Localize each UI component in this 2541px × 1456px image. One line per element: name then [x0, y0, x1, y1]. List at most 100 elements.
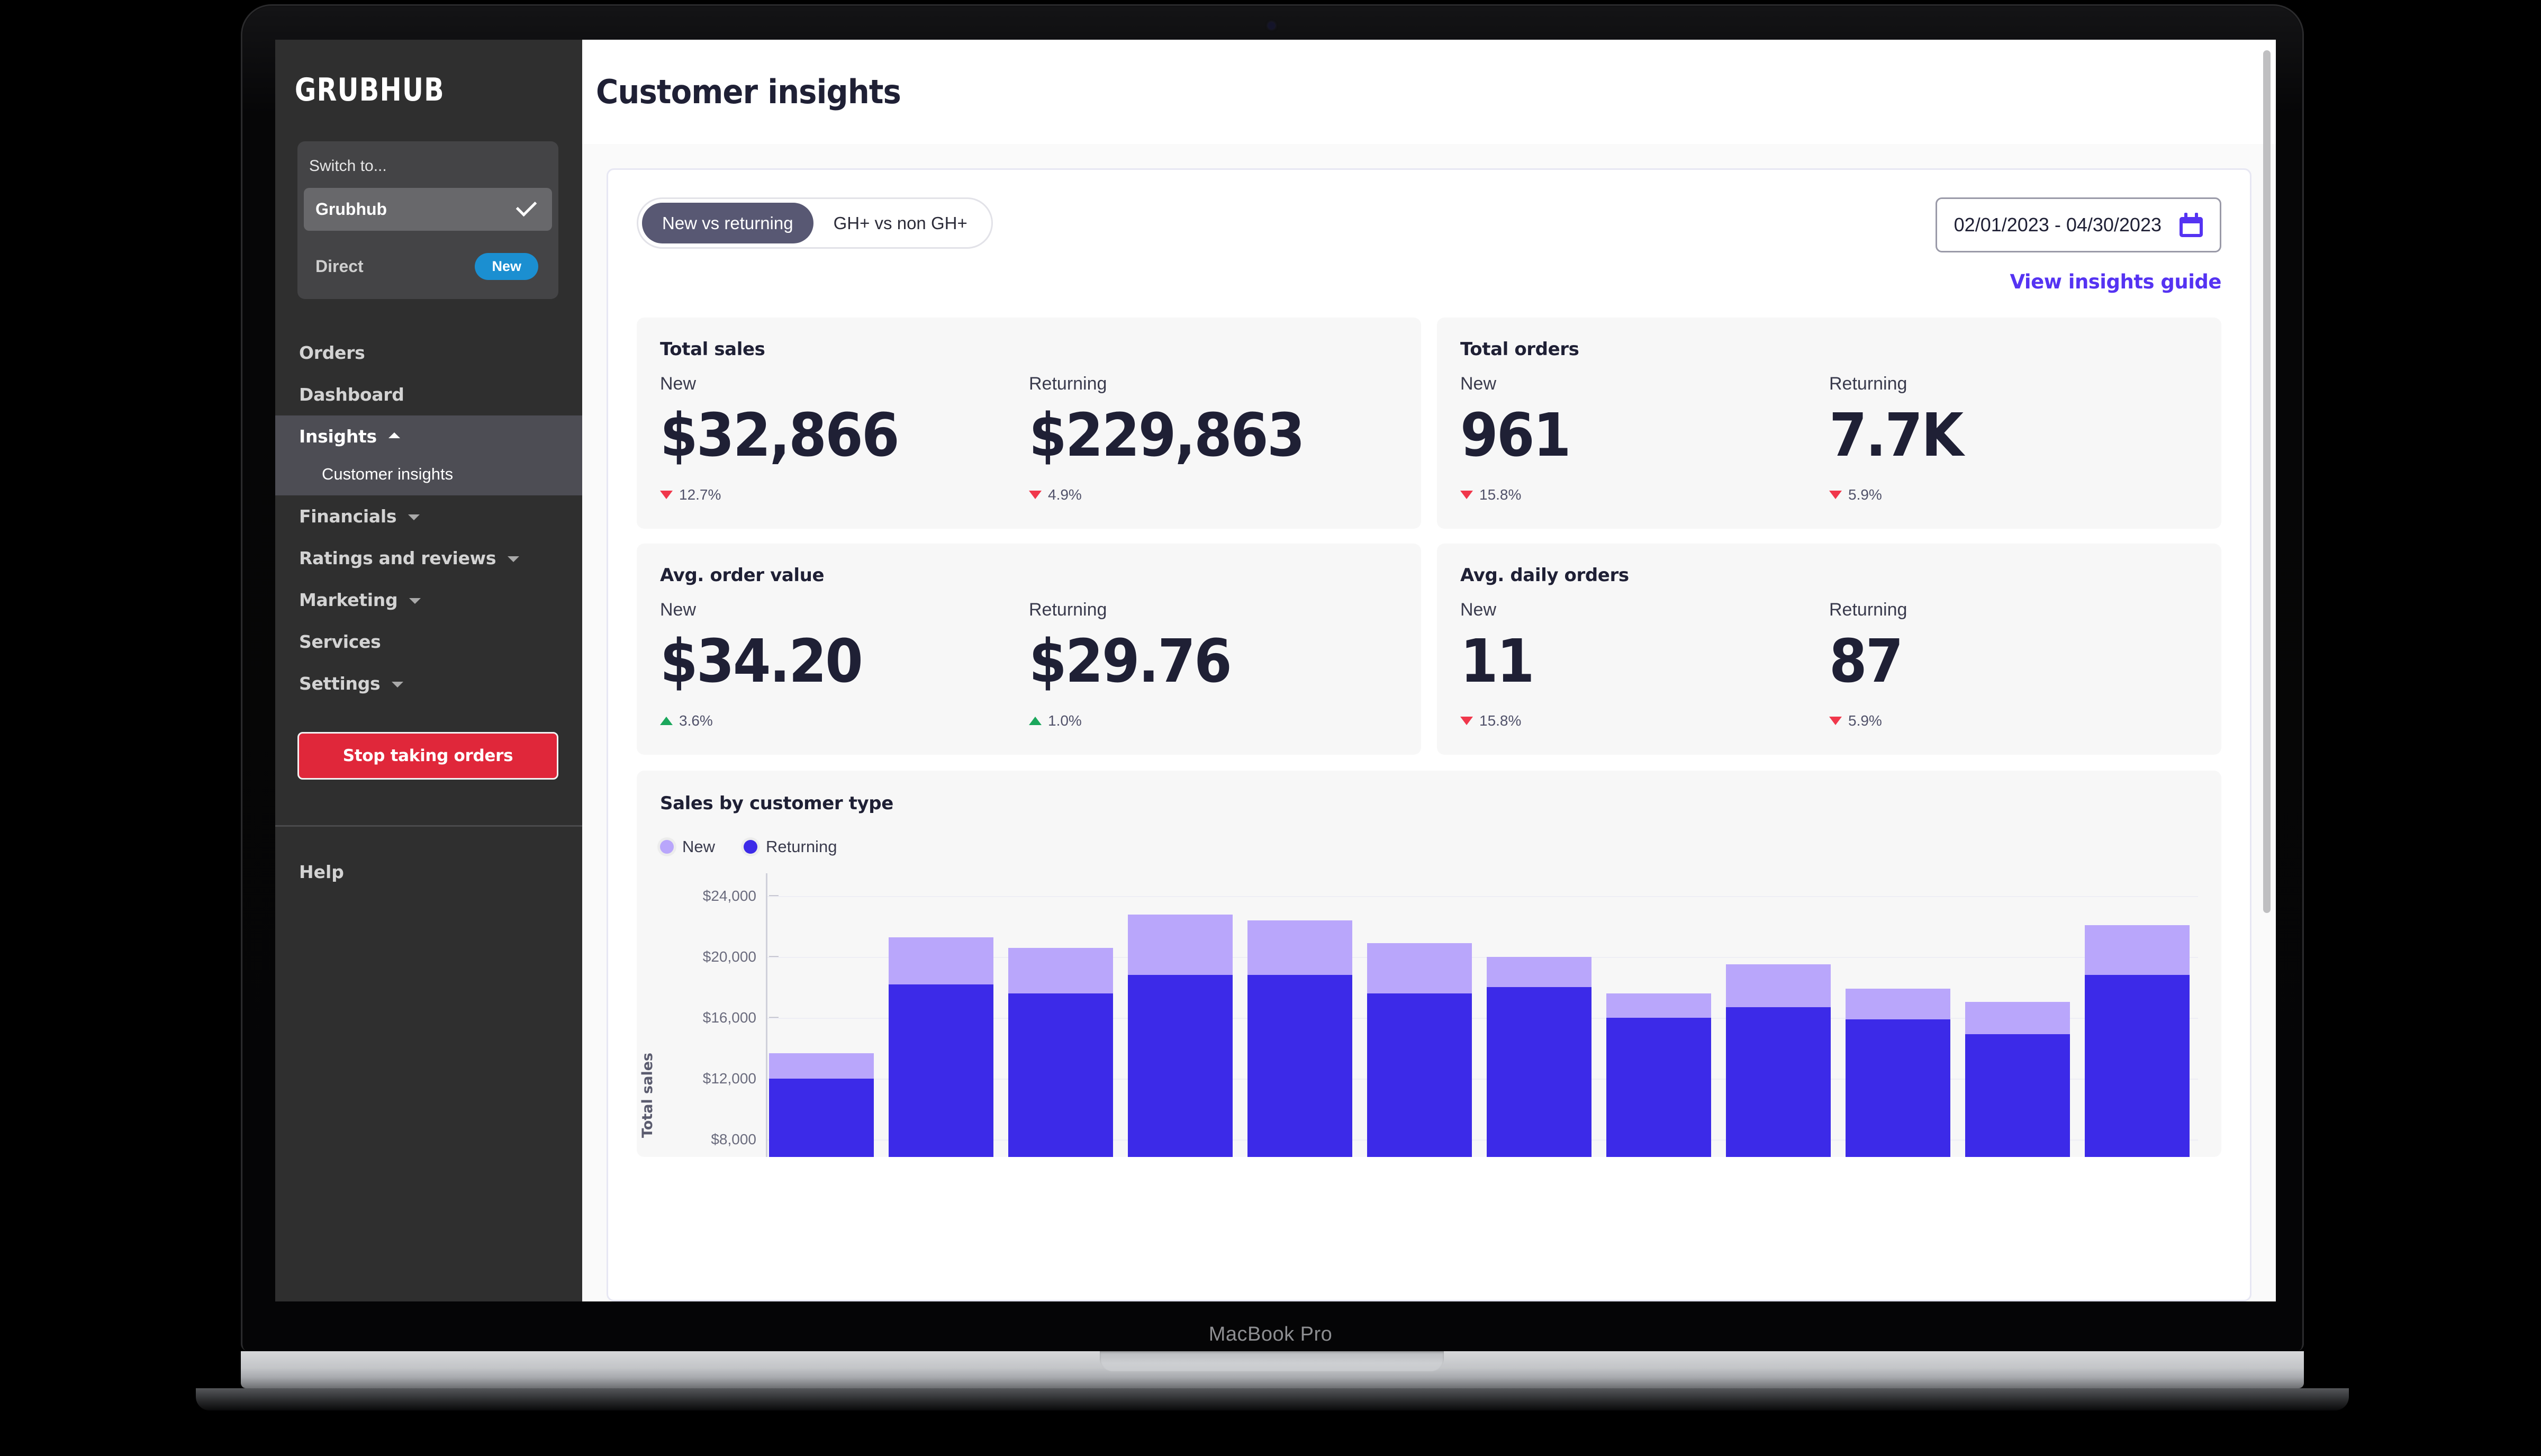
kpi-column-returning: Returning $229,863 4.9%: [1029, 374, 1398, 503]
kpi-title: Total sales: [660, 339, 765, 360]
account-switcher: Switch to... Grubhub Direct New: [297, 141, 558, 299]
chart-bar-segment-returning: [1247, 975, 1352, 1157]
kpi-value: $34.20: [660, 627, 863, 696]
chart-bar-segment-new: [1128, 914, 1233, 975]
chart-title: Sales by customer type: [660, 793, 893, 814]
kpi-delta: 15.8%: [1460, 486, 1829, 503]
chart-bar[interactable]: [1487, 956, 1591, 1157]
chart-bar[interactable]: [1846, 989, 1950, 1157]
primary-nav: Orders Dashboard Insights Customer insig…: [275, 332, 582, 704]
sidebar-item-label: Insights: [299, 426, 377, 447]
sidebar-item-label: Services: [299, 631, 381, 652]
chart-y-axis-ticks: $24,000 $20,000 $16,000 $12,000 $8,000: [683, 873, 779, 1157]
kpi-column-label: New: [1460, 600, 1497, 620]
tab-ghplus-vs-non-ghplus[interactable]: GH+ vs non GH+: [813, 203, 988, 243]
chevron-down-icon: [408, 514, 420, 520]
sidebar-item-services[interactable]: Services: [275, 621, 582, 663]
chart-bar[interactable]: [1726, 964, 1831, 1157]
chart-bar[interactable]: [769, 1053, 874, 1157]
kpi-column-returning: Returning 87 5.9%: [1829, 600, 2198, 729]
chart-bar[interactable]: [2085, 925, 2190, 1157]
vertical-scrollbar[interactable]: [2263, 50, 2271, 913]
kpi-card-total-orders: Total orders New 961 15.8% Returning 7.7…: [1437, 318, 2221, 529]
sidebar-item-financials[interactable]: Financials: [275, 495, 582, 537]
chart-legend: New Returning: [660, 837, 2198, 856]
sidebar-item-ratings-and-reviews[interactable]: Ratings and reviews: [275, 537, 582, 579]
kpi-column-label: New: [1460, 374, 1497, 394]
chart-bar-segment-returning: [1726, 1007, 1831, 1157]
trend-down-icon: [660, 491, 673, 499]
chart-bar[interactable]: [1247, 920, 1352, 1157]
chevron-up-icon: [388, 432, 400, 438]
legend-item-returning[interactable]: Returning: [744, 837, 837, 856]
kpi-delta: 5.9%: [1829, 712, 2198, 729]
kpi-delta: 12.7%: [660, 486, 1029, 503]
sidebar-item-label: Marketing: [299, 590, 398, 610]
chart-bar-segment-new: [1008, 947, 1113, 993]
trend-up-icon: [1029, 717, 1042, 725]
grubhub-logo: GRUBHUB: [294, 71, 445, 108]
sidebar-item-settings[interactable]: Settings: [275, 663, 582, 704]
kpi-delta-value: 15.8%: [1479, 712, 1522, 729]
sidebar-item-marketing[interactable]: Marketing: [275, 579, 582, 621]
kpi-value: $229,863: [1029, 401, 1305, 470]
legend-label: New: [682, 837, 716, 856]
page-title: Customer insights: [596, 73, 901, 111]
chart-bar-segment-returning: [1965, 1034, 2070, 1157]
kpi-column-label: New: [660, 600, 697, 620]
chart-bar[interactable]: [1965, 1001, 2070, 1157]
kpi-title: Avg. order value: [660, 565, 825, 586]
laptop-screen: GRUBHUB Switch to... Grubhub Direct New …: [275, 40, 2276, 1301]
kpi-card-avg-order-value: Avg. order value New $34.20 3.6% Returni…: [637, 544, 1421, 755]
switcher-option-label: Direct: [315, 257, 364, 276]
panel-toolbar: New vs returning GH+ vs non GH+ 02/01/20…: [637, 197, 2221, 252]
sidebar-item-customer-insights[interactable]: Customer insights: [275, 457, 582, 495]
chart-y-tick-label: $20,000: [702, 948, 756, 965]
kpi-column-label: Returning: [1829, 600, 1907, 620]
chart-y-axis-label: Total sales: [639, 1052, 656, 1138]
kpi-value: 87: [1829, 627, 1904, 696]
switcher-option-direct[interactable]: Direct New: [304, 243, 552, 285]
legend-item-new[interactable]: New: [660, 837, 715, 856]
chart-bar-segment-returning: [769, 1078, 874, 1157]
kpi-delta-value: 15.8%: [1479, 486, 1522, 503]
tab-new-vs-returning[interactable]: New vs returning: [642, 203, 813, 243]
chart-bar-segment-new: [1726, 964, 1831, 1007]
screenshot-stage: GRUBHUB Switch to... Grubhub Direct New …: [0, 0, 2541, 1456]
chart-bar[interactable]: [1606, 993, 1711, 1157]
chart-y-axis-line: [766, 873, 767, 1157]
webcam-icon: [1268, 22, 1275, 29]
kpi-value: 961: [1460, 401, 1571, 470]
sidebar-item-dashboard[interactable]: Dashboard: [275, 374, 582, 415]
kpi-column-new: New 961 15.8%: [1460, 374, 1829, 503]
chart-y-tick-label: $16,000: [702, 1009, 756, 1026]
date-range-picker[interactable]: 02/01/2023 - 04/30/2023: [1935, 197, 2221, 252]
chart-bar-segment-returning: [1606, 1017, 1711, 1157]
chart-bar[interactable]: [1008, 947, 1113, 1157]
sidebar-item-insights[interactable]: Insights: [275, 415, 582, 457]
view-insights-guide-link[interactable]: View insights guide: [637, 270, 2221, 293]
kpi-card-avg-daily-orders: Avg. daily orders New 11 15.8% Returning…: [1437, 544, 2221, 755]
stop-taking-orders-button[interactable]: Stop taking orders: [297, 732, 558, 780]
sidebar-item-orders[interactable]: Orders: [275, 332, 582, 374]
sales-by-customer-type-chart: Sales by customer type New Returning Tot…: [637, 771, 2221, 1157]
chart-bar[interactable]: [1128, 914, 1233, 1157]
sidebar-item-help[interactable]: Help: [275, 827, 582, 917]
chart-bar-segment-returning: [1008, 993, 1113, 1157]
switcher-option-grubhub[interactable]: Grubhub: [304, 188, 552, 231]
kpi-column-new: New $34.20 3.6%: [660, 600, 1029, 729]
kpi-column-new: New 11 15.8%: [1460, 600, 1829, 729]
kpi-column-label: Returning: [1029, 600, 1107, 620]
chart-bar-segment-returning: [889, 984, 993, 1157]
sidebar-item-label: Ratings and reviews: [299, 548, 496, 568]
chart-bar[interactable]: [889, 937, 993, 1157]
chart-bar[interactable]: [1367, 943, 1472, 1157]
chart-bar-segment-new: [1846, 989, 1950, 1019]
chart-bar-segment-new: [889, 937, 993, 984]
sidebar-item-label: Orders: [299, 342, 365, 363]
chart-bar-segment-new: [1487, 956, 1591, 988]
chart-y-tick-label: $8,000: [711, 1131, 756, 1147]
sidebar: GRUBHUB Switch to... Grubhub Direct New …: [275, 40, 582, 1301]
kpi-delta-value: 3.6%: [679, 712, 713, 729]
trend-down-icon: [1460, 717, 1473, 725]
